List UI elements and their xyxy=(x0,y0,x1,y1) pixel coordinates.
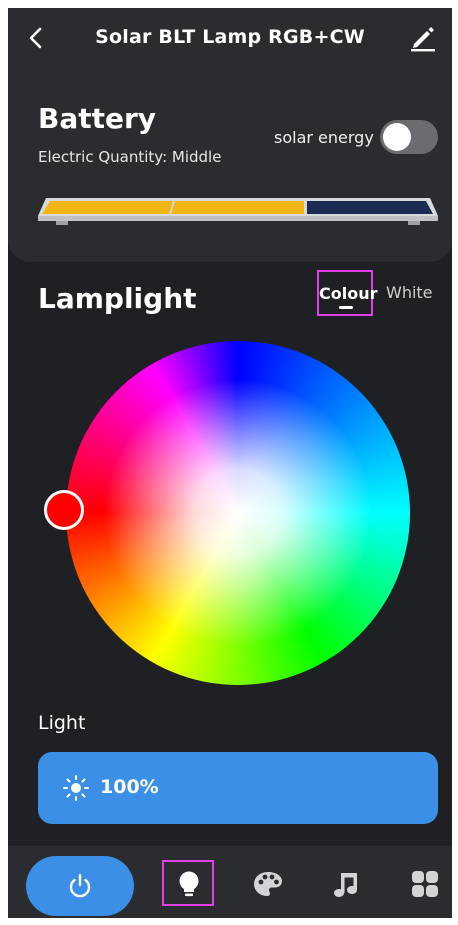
solar-energy-label: solar energy xyxy=(274,128,374,147)
edit-button[interactable] xyxy=(408,22,438,52)
power-icon xyxy=(69,873,91,898)
tab-active-indicator xyxy=(339,306,353,309)
battery-card: Battery Electric Quantity: Middle solar … xyxy=(8,68,452,262)
nav-lamplight[interactable] xyxy=(162,860,214,906)
pencil-icon xyxy=(411,27,435,52)
bulb-icon xyxy=(179,871,199,897)
color-picker-handle[interactable] xyxy=(44,490,84,530)
solar-energy-toggle[interactable] xyxy=(380,120,438,154)
tab-white[interactable]: White xyxy=(386,283,433,302)
battery-title: Battery xyxy=(38,102,157,135)
lamplight-title: Lamplight xyxy=(38,282,197,315)
brightness-slider[interactable]: 100% xyxy=(38,752,438,824)
bottom-nav xyxy=(8,846,452,918)
battery-subtitle: Electric Quantity: Middle xyxy=(38,148,222,166)
app-screen: Solar BLT Lamp RGB+CW Battery Electric Q… xyxy=(8,8,452,918)
page-title: Solar BLT Lamp RGB+CW xyxy=(95,26,365,48)
grid-icon[interactable] xyxy=(410,870,440,898)
header-bar: Solar BLT Lamp RGB+CW xyxy=(8,8,452,68)
music-icon[interactable] xyxy=(332,870,362,898)
tab-colour[interactable]: Colour xyxy=(317,270,378,316)
palette-icon[interactable] xyxy=(252,870,284,898)
power-button[interactable] xyxy=(26,856,134,916)
light-label: Light xyxy=(38,712,86,734)
solar-panel-level xyxy=(38,198,438,225)
tab-colour-label: Colour xyxy=(319,284,378,303)
sun-icon xyxy=(63,775,89,801)
brightness-value: 100% xyxy=(100,776,159,798)
toggle-knob xyxy=(383,123,411,151)
color-wheel[interactable] xyxy=(66,341,410,685)
